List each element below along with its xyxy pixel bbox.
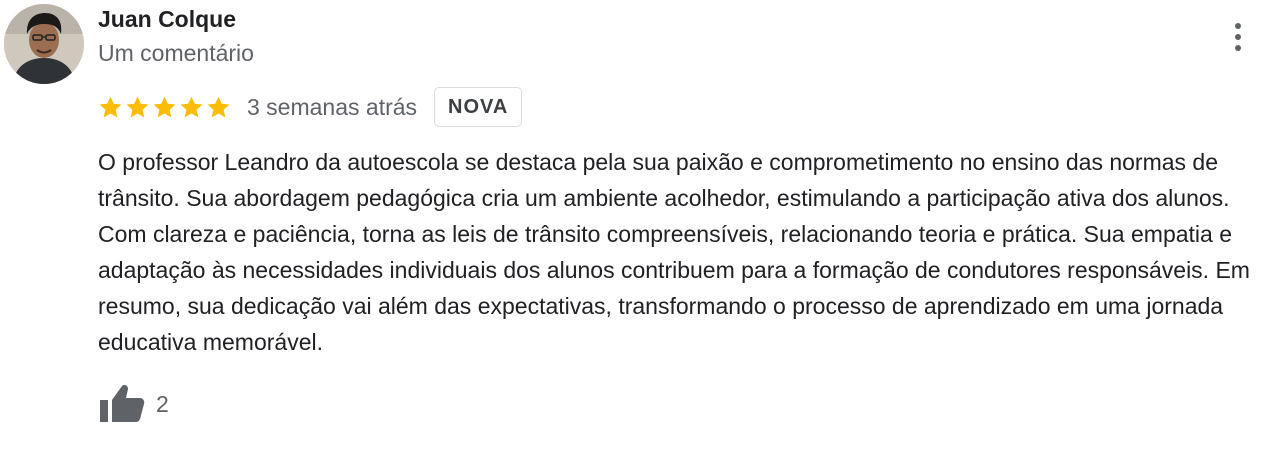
like-row: 2 [98, 382, 169, 426]
star-icon [180, 96, 203, 117]
new-badge: NOVA [434, 87, 523, 127]
author-review-count: Um comentário [98, 40, 254, 66]
more-options-button[interactable] [1222, 20, 1254, 54]
review-card: Juan Colque Um comentário 3 semanas atrá… [0, 0, 1270, 456]
star-icon [99, 96, 122, 117]
star-icon [153, 96, 176, 117]
star-icon [126, 96, 149, 117]
review-text: O professor Leandro da autoescola se des… [98, 149, 1250, 355]
rating-row: 3 semanas atrás NOVA [98, 86, 523, 128]
more-vert-icon [1235, 23, 1241, 29]
star-rating [98, 95, 231, 120]
author-name[interactable]: Juan Colque [98, 5, 236, 33]
thumb-up-icon [100, 385, 145, 422]
like-count: 2 [156, 390, 169, 417]
star-icon [207, 96, 230, 117]
like-button[interactable] [98, 382, 146, 426]
avatar[interactable] [4, 4, 84, 84]
review-date: 3 semanas atrás [247, 93, 418, 120]
